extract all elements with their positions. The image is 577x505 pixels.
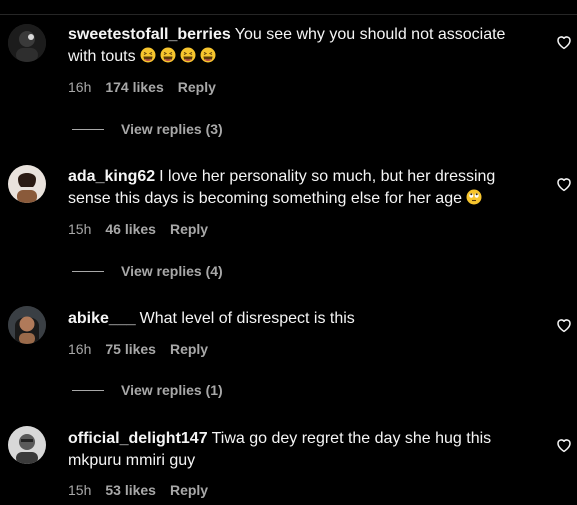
comment-meta: 16h 75 likes Reply: [68, 341, 208, 357]
view-replies-line: [72, 389, 104, 391]
reply-button[interactable]: Reply: [178, 79, 216, 95]
face-with-rolling-eyes-icon: [466, 189, 482, 205]
comment-likes[interactable]: 46 likes: [105, 221, 156, 237]
comment-meta: 16h 174 likes Reply: [68, 79, 216, 95]
avatar[interactable]: [8, 426, 46, 464]
comment-text-block: abike___ What level of disrespect is this: [68, 308, 538, 330]
comment-text-block: ada_king62 I love her personality so much…: [68, 166, 538, 210]
comment-time[interactable]: 16h: [68, 79, 91, 95]
comment-likes[interactable]: 174 likes: [105, 79, 163, 95]
view-replies-label: View replies (3): [121, 121, 223, 137]
view-replies-button[interactable]: View replies (4): [72, 263, 223, 279]
view-replies-label: View replies (4): [121, 263, 223, 279]
avatar[interactable]: [8, 306, 46, 344]
view-replies-button[interactable]: View replies (1): [72, 382, 223, 398]
comment-username[interactable]: abike___: [68, 310, 136, 327]
comment-likes[interactable]: 75 likes: [105, 341, 156, 357]
reply-button[interactable]: Reply: [170, 221, 208, 237]
comment-meta: 15h 53 likes Reply: [68, 482, 208, 498]
view-replies-label: View replies (1): [121, 382, 223, 398]
grinning-squinting-face-icon: [200, 47, 216, 63]
comment-time[interactable]: 15h: [68, 221, 91, 237]
comment-username[interactable]: official_delight147: [68, 430, 208, 447]
comment-text-block: official_delight147 Tiwa go dey regret th…: [68, 428, 538, 472]
heart-outline-icon[interactable]: [555, 316, 573, 334]
comment-username[interactable]: sweetestofall_berries: [68, 26, 231, 43]
reply-button[interactable]: Reply: [170, 482, 208, 498]
grinning-squinting-face-icon: [180, 47, 196, 63]
top-divider: [0, 14, 577, 15]
grinning-squinting-face-icon: [160, 47, 176, 63]
heart-outline-icon[interactable]: [555, 436, 573, 454]
comment-text: What level of disrespect is this: [139, 310, 355, 327]
comment-time[interactable]: 16h: [68, 341, 91, 357]
view-replies-line: [72, 270, 104, 272]
comment-time[interactable]: 15h: [68, 482, 91, 498]
avatar[interactable]: [8, 24, 46, 62]
heart-outline-icon[interactable]: [555, 33, 573, 51]
comment-likes[interactable]: 53 likes: [105, 482, 156, 498]
reply-button[interactable]: Reply: [170, 341, 208, 357]
comment-text-block: sweetestofall_berries You see why you sho…: [68, 24, 538, 68]
view-replies-line: [72, 128, 104, 130]
avatar[interactable]: [8, 165, 46, 203]
heart-outline-icon[interactable]: [555, 175, 573, 193]
view-replies-button[interactable]: View replies (3): [72, 121, 223, 137]
comment-username[interactable]: ada_king62: [68, 168, 155, 185]
grinning-squinting-face-icon: [140, 47, 156, 63]
comment-meta: 15h 46 likes Reply: [68, 221, 208, 237]
